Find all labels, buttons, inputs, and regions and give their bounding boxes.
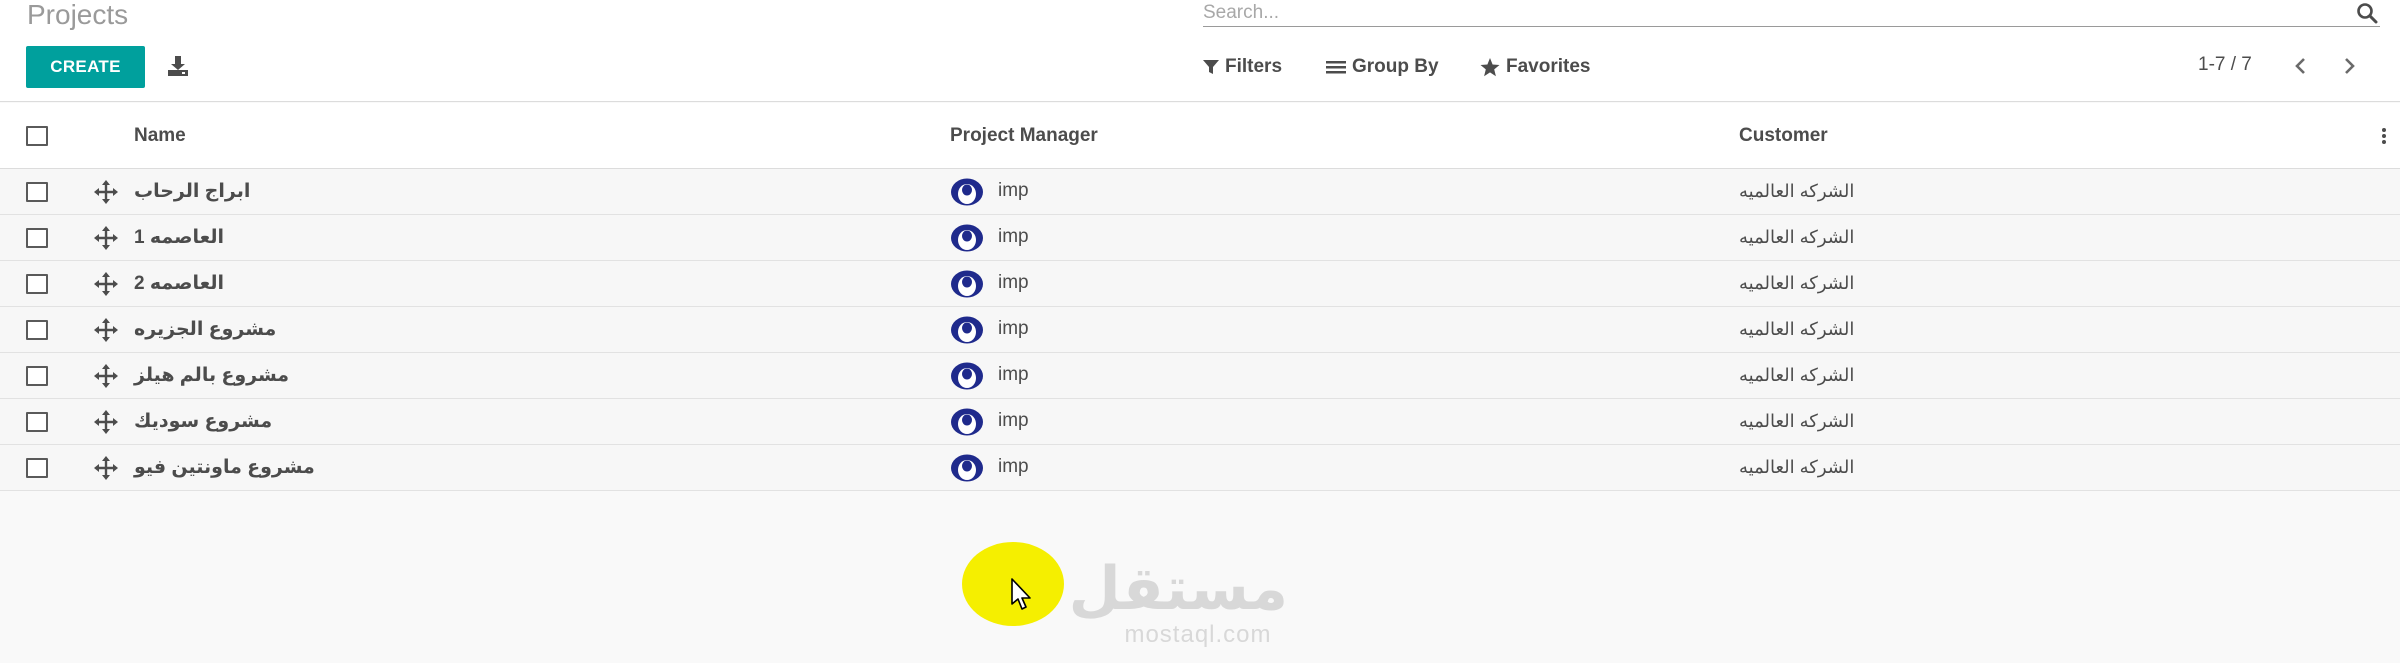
drag-handle-icon[interactable] [94,318,118,342]
cell-customer: الشركه العالميه [1739,319,1855,339]
cell-customer: الشركه العالميه [1739,181,1855,201]
cell-project-manager: imp [998,272,1029,293]
pager-value[interactable]: 1-7 / 7 [2198,54,2252,76]
row-checkbox[interactable] [26,320,48,340]
column-header-name[interactable]: Name [134,125,186,147]
cell-name: مشروع سوديك [134,411,273,432]
page-title: Projects [27,0,129,30]
select-all-checkbox[interactable] [26,126,48,146]
watermark: مستقل mostaql.com [1068,555,1288,648]
favorites-button[interactable]: Favorites [1480,54,1590,80]
row-checkbox[interactable] [26,366,48,386]
filters-button[interactable]: Filters [1203,54,1282,80]
table-row[interactable]: ابراج الرحاب imp الشركه العالميه [0,169,2400,215]
column-header-customer[interactable]: Customer [1739,125,1828,147]
cell-name: مشروع بالم هيلز [134,365,290,386]
create-button[interactable]: CREATE [26,46,145,88]
watermark-logo: مستقل [1068,555,1288,622]
table-row[interactable]: مشروع الجزيره imp الشركه العالميه [0,307,2400,353]
cell-name: العاصمه 1 [134,227,224,248]
list-header: Name Project Manager Customer [0,103,2400,169]
cell-project-manager: imp [998,364,1029,385]
favorites-label: Favorites [1506,56,1591,77]
drag-handle-icon[interactable] [94,410,118,434]
user-avatar-icon [951,362,983,390]
group-by-label: Group By [1352,56,1439,77]
chevron-left-icon[interactable] [2290,54,2310,78]
row-checkbox[interactable] [26,182,48,202]
drag-handle-icon[interactable] [94,456,118,480]
search-box [1203,0,2380,27]
cell-name: مشروع الجزيره [134,319,277,340]
star-icon [1480,57,1500,76]
table-row[interactable]: العاصمه 1 imp الشركه العالميه [0,215,2400,261]
cell-project-manager: imp [998,410,1029,431]
mouse-cursor-icon [1011,578,1031,610]
cell-customer: الشركه العالميه [1739,273,1855,293]
list-view: Name Project Manager Customer ابراج الرح… [0,103,2400,491]
user-avatar-icon [951,408,983,436]
cell-customer: الشركه العالميه [1739,457,1855,477]
table-row[interactable]: مشروع بالم هيلز imp الشركه العالميه [0,353,2400,399]
vertical-dots-icon[interactable] [2380,125,2388,147]
column-header-project-manager[interactable]: Project Manager [950,125,1098,147]
cell-name: ابراج الرحاب [134,181,251,202]
user-avatar-icon [951,454,983,482]
group-by-button[interactable]: Group By [1326,54,1439,80]
cell-name: مشروع ماونتين فيو [134,457,315,478]
drag-handle-icon[interactable] [94,272,118,296]
drag-handle-icon[interactable] [94,226,118,250]
row-checkbox[interactable] [26,228,48,248]
cell-customer: الشركه العالميه [1739,411,1855,431]
cell-project-manager: imp [998,456,1029,477]
cell-project-manager: imp [998,180,1029,201]
user-avatar-icon [951,270,983,298]
row-checkbox[interactable] [26,274,48,294]
cell-customer: الشركه العالميه [1739,227,1855,247]
download-icon[interactable] [166,55,190,77]
table-row[interactable]: العاصمه 2 imp الشركه العالميه [0,261,2400,307]
filter-icon [1203,60,1219,74]
user-avatar-icon [951,178,983,206]
table-row[interactable]: مشروع ماونتين فيو imp الشركه العالميه [0,445,2400,491]
list-body: ابراج الرحاب imp الشركه العالميه العاصمه… [0,169,2400,491]
drag-handle-icon[interactable] [94,364,118,388]
search-icon[interactable] [2356,2,2378,24]
control-panel: Projects CREATE Filters Group By [0,0,2400,102]
cell-project-manager: imp [998,226,1029,247]
filters-label: Filters [1225,56,1283,77]
table-row[interactable]: مشروع سوديك imp الشركه العالميه [0,399,2400,445]
cell-name: العاصمه 2 [134,273,224,294]
drag-handle-icon[interactable] [94,180,118,204]
cell-customer: الشركه العالميه [1739,365,1855,385]
watermark-url: mostaql.com [1124,621,1272,648]
search-input[interactable] [1203,0,2343,26]
row-checkbox[interactable] [26,458,48,478]
cell-project-manager: imp [998,318,1029,339]
user-avatar-icon [951,224,983,252]
chevron-right-icon[interactable] [2340,54,2360,78]
user-avatar-icon [951,316,983,344]
list-icon [1326,61,1346,74]
row-checkbox[interactable] [26,412,48,432]
